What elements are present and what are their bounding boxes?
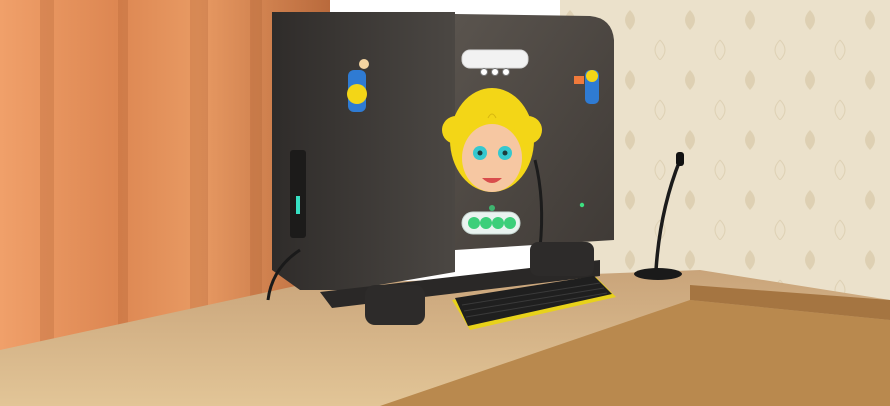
cabinet-led bbox=[296, 196, 300, 214]
screen-green-dot bbox=[579, 202, 585, 208]
cabinet-side-slot bbox=[290, 150, 306, 238]
base-foot-left bbox=[365, 285, 425, 325]
base-foot-right bbox=[530, 242, 594, 276]
photo-scene bbox=[0, 0, 890, 406]
